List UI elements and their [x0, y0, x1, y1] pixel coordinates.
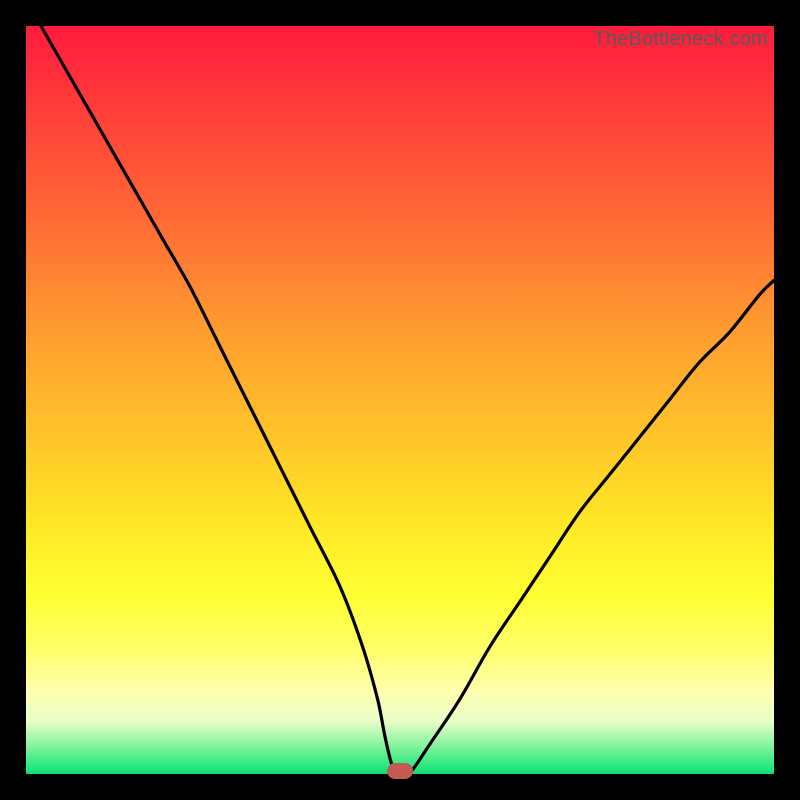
minimum-marker: [387, 763, 413, 779]
plot-area: TheBottleneck.com: [26, 26, 774, 774]
curve-path: [41, 26, 774, 774]
bottleneck-curve: [26, 26, 774, 774]
chart-frame: TheBottleneck.com: [0, 0, 800, 800]
